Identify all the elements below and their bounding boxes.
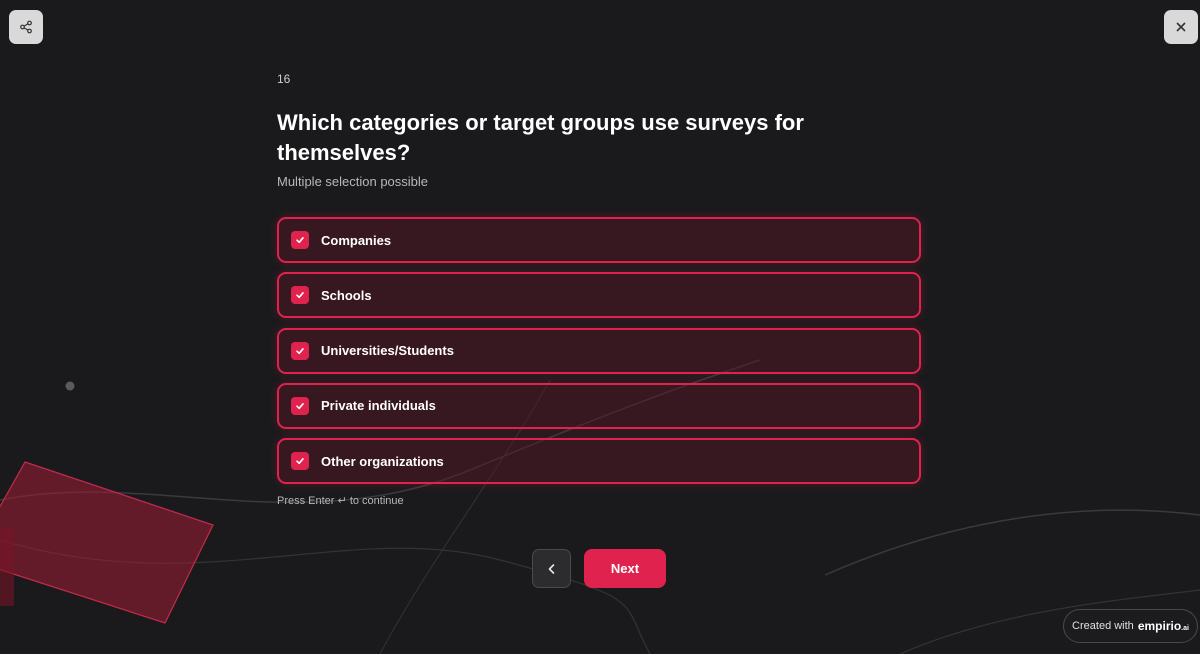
enter-key-icon: ↵ — [337, 495, 347, 507]
brand-name: empirio — [1137, 619, 1182, 633]
checkbox-checked[interactable] — [291, 452, 309, 471]
option-label: Private individuals — [321, 398, 436, 414]
check-icon — [296, 458, 304, 465]
checkbox-checked[interactable] — [291, 286, 309, 305]
next-button[interactable]: Next — [584, 549, 666, 588]
continue-hint: Press Enter ↵ to continue — [277, 494, 404, 507]
hint-text-after: to continue — [349, 495, 404, 507]
option-label: Universities/Students — [321, 343, 454, 359]
close-button[interactable] — [1164, 10, 1198, 44]
checkbox-checked[interactable] — [291, 341, 309, 360]
close-icon — [1176, 22, 1186, 32]
brand-logo: empirio.ai — [1138, 619, 1189, 633]
check-icon — [296, 402, 304, 409]
option-other-organizations[interactable]: Other organizations — [277, 438, 921, 485]
option-label: Schools — [321, 287, 372, 303]
created-with-badge[interactable]: Created with empirio.ai — [1063, 609, 1198, 643]
checkbox-checked[interactable] — [291, 396, 309, 415]
option-universities-students[interactable]: Universities/Students — [277, 327, 921, 374]
check-icon — [296, 292, 304, 299]
check-icon — [296, 236, 304, 244]
share-icon — [20, 20, 32, 34]
check-icon — [296, 347, 304, 354]
brand-suffix: .ai — [1181, 625, 1189, 632]
question-number: 16 — [277, 72, 291, 86]
share-button[interactable] — [9, 10, 43, 44]
option-schools[interactable]: Schools — [277, 272, 921, 319]
hint-text-before: Press Enter — [277, 495, 335, 507]
chevron-left-icon — [548, 563, 554, 574]
checkbox-checked[interactable] — [291, 231, 309, 249]
badge-prefix: Created with — [1072, 620, 1134, 632]
option-private-individuals[interactable]: Private individuals — [277, 382, 921, 429]
back-button[interactable] — [532, 549, 571, 588]
question-title: Which categories or target groups use su… — [277, 110, 804, 165]
question-subtitle: Multiple selection possible — [277, 174, 429, 189]
option-label: Companies — [321, 232, 392, 248]
option-label: Other organizations — [321, 453, 444, 469]
option-list: Companies Schools Universities/Students … — [277, 217, 921, 493]
option-companies[interactable]: Companies — [277, 217, 921, 263]
